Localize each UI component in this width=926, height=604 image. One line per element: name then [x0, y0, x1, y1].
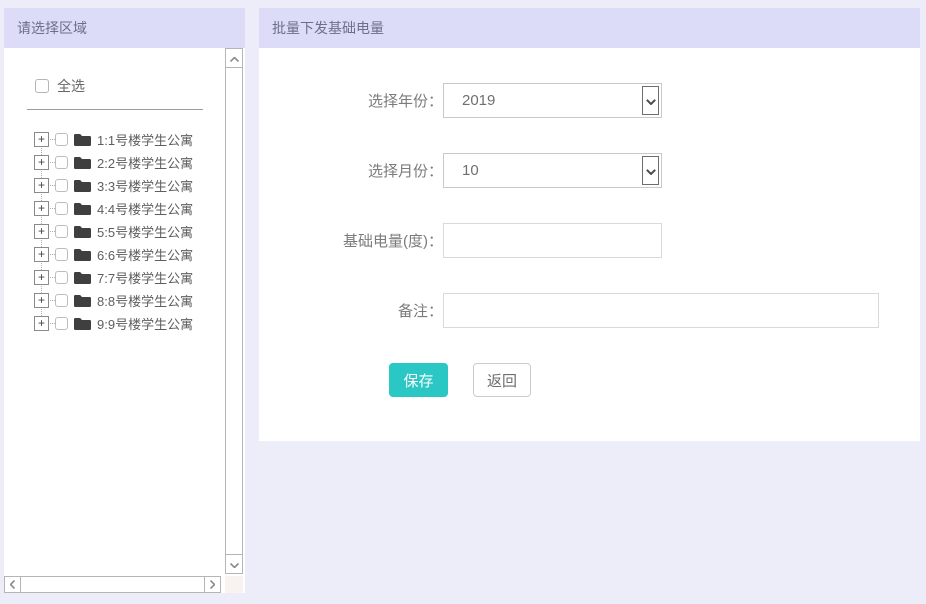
year-select-value: 2019	[444, 92, 642, 109]
tree-item-label[interactable]: 8:8号楼学生公寓	[97, 291, 193, 310]
chevron-left-icon	[10, 576, 15, 594]
year-select[interactable]: 2019	[443, 83, 662, 118]
expand-plus-icon[interactable]: +	[34, 224, 49, 239]
tree-item-checkbox[interactable]	[55, 156, 68, 169]
tree-item-label[interactable]: 9:9号楼学生公寓	[97, 314, 193, 333]
tree-item-checkbox[interactable]	[55, 294, 68, 307]
select-all-label: 全选	[57, 76, 85, 96]
scroll-down-button[interactable]	[226, 554, 242, 573]
scroll-up-button[interactable]	[226, 49, 242, 68]
tree-item-label[interactable]: 5:5号楼学生公寓	[97, 222, 193, 241]
tree-item-checkbox[interactable]	[55, 271, 68, 284]
folder-icon	[74, 317, 91, 330]
tree-item-label[interactable]: 1:1号楼学生公寓	[97, 130, 193, 149]
expand-plus-icon[interactable]: +	[34, 201, 49, 216]
month-row: 选择月份： 10	[259, 153, 920, 188]
month-label: 选择月份：	[259, 160, 443, 181]
tree-separator	[27, 109, 203, 110]
back-button[interactable]: 返回	[473, 363, 531, 397]
year-row: 选择年份： 2019	[259, 83, 920, 118]
base-power-row: 基础电量(度)：	[259, 223, 920, 258]
tree-item-label[interactable]: 4:4号楼学生公寓	[97, 199, 193, 218]
tree-row[interactable]: + 7:7号楼学生公寓	[34, 266, 245, 289]
batch-panel-title: 批量下发基础电量	[259, 8, 920, 48]
tree-item-checkbox[interactable]	[55, 248, 68, 261]
remark-input[interactable]	[443, 293, 879, 328]
expand-plus-icon[interactable]: +	[34, 293, 49, 308]
select-all-row[interactable]: 全选	[4, 48, 245, 96]
month-select[interactable]: 10	[443, 153, 662, 188]
select-all-checkbox[interactable]	[35, 79, 49, 93]
tree-row[interactable]: + 4:4号楼学生公寓	[34, 197, 245, 220]
tree-row[interactable]: + 9:9号楼学生公寓	[34, 312, 245, 335]
month-select-value: 10	[444, 162, 642, 179]
remark-label: 备注：	[259, 300, 443, 321]
chevron-down-icon	[646, 162, 656, 180]
tree-item-label[interactable]: 6:6号楼学生公寓	[97, 245, 193, 264]
base-power-input[interactable]	[443, 223, 662, 258]
folder-icon	[74, 179, 91, 192]
folder-icon	[74, 248, 91, 261]
chevron-down-icon	[230, 555, 239, 573]
chevron-down-icon	[646, 92, 656, 110]
scroll-left-button[interactable]	[4, 576, 21, 593]
expand-plus-icon[interactable]: +	[34, 132, 49, 147]
base-power-label: 基础电量(度)：	[259, 230, 443, 251]
folder-icon	[74, 225, 91, 238]
tree-item-checkbox[interactable]	[55, 179, 68, 192]
batch-issue-panel: 批量下发基础电量 选择年份： 2019 选择月份： 10	[259, 8, 920, 441]
folder-icon	[74, 156, 91, 169]
vertical-scrollbar[interactable]	[225, 48, 243, 574]
year-label: 选择年份：	[259, 90, 443, 111]
tree-item-checkbox[interactable]	[55, 225, 68, 238]
tree: + 1:1号楼学生公寓 + 2:2号楼学生公寓	[34, 128, 245, 335]
remark-row: 备注：	[259, 293, 920, 328]
tree-row[interactable]: + 1:1号楼学生公寓	[34, 128, 245, 151]
scroll-right-button[interactable]	[204, 576, 221, 593]
folder-icon	[74, 133, 91, 146]
form-actions: 保存 返回	[389, 363, 920, 397]
scrollbar-corner	[225, 576, 243, 593]
area-panel-title: 请选择区域	[4, 8, 245, 48]
horizontal-scrollbar[interactable]	[4, 576, 221, 593]
tree-item-checkbox[interactable]	[55, 133, 68, 146]
save-button[interactable]: 保存	[389, 363, 448, 397]
tree-item-label[interactable]: 3:3号楼学生公寓	[97, 176, 193, 195]
tree-item-label[interactable]: 2:2号楼学生公寓	[97, 153, 193, 172]
year-select-arrow-button[interactable]	[642, 86, 659, 115]
tree-item-label[interactable]: 7:7号楼学生公寓	[97, 268, 193, 287]
expand-plus-icon[interactable]: +	[34, 316, 49, 331]
tree-item-checkbox[interactable]	[55, 202, 68, 215]
folder-icon	[74, 294, 91, 307]
tree-row[interactable]: + 5:5号楼学生公寓	[34, 220, 245, 243]
tree-item-checkbox[interactable]	[55, 317, 68, 330]
month-select-arrow-button[interactable]	[642, 156, 659, 185]
tree-row[interactable]: + 8:8号楼学生公寓	[34, 289, 245, 312]
tree-row[interactable]: + 2:2号楼学生公寓	[34, 151, 245, 174]
tree-row[interactable]: + 6:6号楼学生公寓	[34, 243, 245, 266]
batch-form: 选择年份： 2019 选择月份： 10	[259, 48, 920, 441]
folder-icon	[74, 271, 91, 284]
area-tree-body: 全选 + 1:1号楼学生公寓 +	[4, 48, 245, 593]
horizontal-scroll-track[interactable]	[21, 576, 204, 593]
expand-plus-icon[interactable]: +	[34, 247, 49, 262]
expand-plus-icon[interactable]: +	[34, 155, 49, 170]
area-select-panel: 请选择区域 全选 + 1:1号楼学生公寓 +	[4, 8, 245, 593]
expand-plus-icon[interactable]: +	[34, 178, 49, 193]
folder-icon	[74, 202, 91, 215]
tree-row[interactable]: + 3:3号楼学生公寓	[34, 174, 245, 197]
expand-plus-icon[interactable]: +	[34, 270, 49, 285]
chevron-right-icon	[210, 576, 215, 594]
chevron-up-icon	[230, 49, 239, 67]
